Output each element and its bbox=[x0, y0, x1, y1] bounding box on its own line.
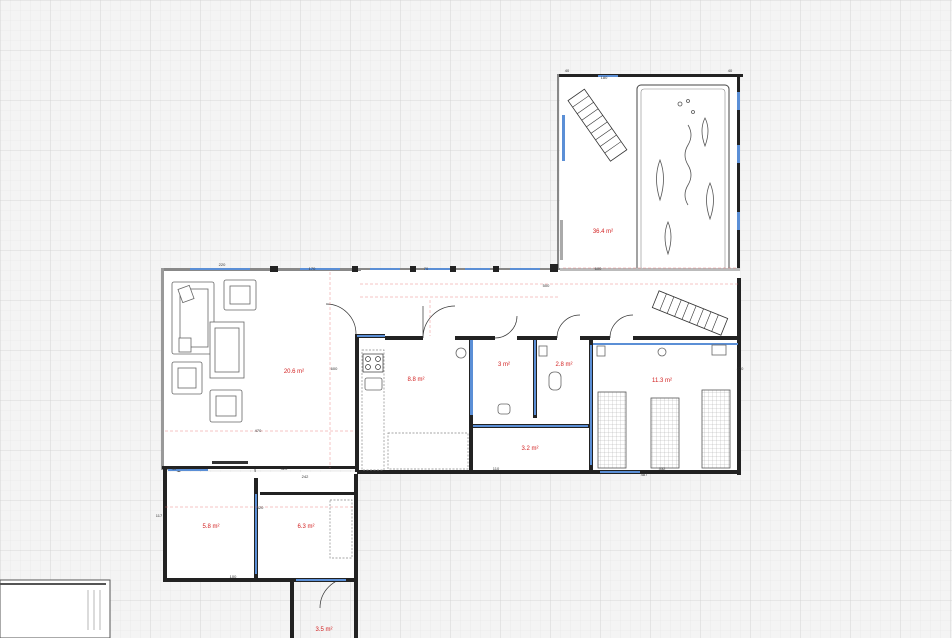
dim-label: 270 bbox=[737, 366, 744, 371]
dim-label: 487 bbox=[641, 472, 648, 477]
dim-label: 70 bbox=[424, 266, 429, 271]
area-label-wc: 3 m² bbox=[498, 362, 510, 368]
sink-icon bbox=[364, 377, 383, 391]
sink-icon bbox=[497, 403, 511, 415]
dim-label: 332 bbox=[659, 466, 666, 471]
area-label-kitchen: 8.8 m² bbox=[407, 377, 424, 383]
dim-label: 117 bbox=[156, 513, 163, 518]
dim-label: 40 bbox=[565, 68, 570, 73]
dim-label: 100 bbox=[230, 574, 237, 579]
toilet-icon bbox=[548, 371, 562, 391]
dim-label: 242 bbox=[302, 474, 309, 479]
area-label-bath: 2.8 m² bbox=[555, 362, 572, 368]
bed-icon bbox=[597, 391, 627, 469]
dim-label: 470 bbox=[255, 428, 262, 433]
dim-label: 600 bbox=[595, 266, 602, 271]
area-label-corridor: 3.2 m² bbox=[521, 446, 538, 452]
area-label-terrace: 36.4 m² bbox=[593, 229, 613, 235]
dim-label: 110 bbox=[493, 466, 500, 471]
dim-label: 170 bbox=[309, 266, 316, 271]
bed-icon bbox=[701, 389, 731, 469]
dim-label: 180 bbox=[601, 75, 608, 80]
toilet-icon bbox=[455, 347, 467, 359]
area-label-room-a: 5.8 m² bbox=[202, 524, 219, 530]
floor-plan[interactable]: 40 180 40 220 170 70 500 600 270 470 600… bbox=[0, 0, 952, 638]
dim-label: 220 bbox=[219, 262, 226, 267]
dim-label: 420 bbox=[257, 505, 264, 510]
area-label-living: 20.6 m² bbox=[284, 369, 304, 375]
area-label-room-c: 3.5 m² bbox=[315, 627, 332, 633]
dim-label: 40 bbox=[728, 68, 733, 73]
stove-icon bbox=[362, 353, 384, 373]
area-label-bedroom: 11.3 m² bbox=[652, 378, 672, 384]
dim-label: 600 bbox=[331, 366, 338, 371]
lower-floor bbox=[165, 472, 357, 578]
sofa-icon bbox=[171, 281, 215, 355]
terrace-zone bbox=[557, 74, 743, 279]
pool bbox=[636, 84, 730, 275]
area-label-room-b: 6.3 m² bbox=[297, 524, 314, 530]
tv-icon bbox=[212, 461, 248, 464]
neighbor-block bbox=[0, 579, 111, 638]
dim-label: 500 bbox=[543, 283, 550, 288]
dim-label: 40 bbox=[172, 466, 177, 471]
bed-icon bbox=[650, 397, 680, 469]
dim-label: 320 bbox=[281, 466, 288, 471]
rooms-floor bbox=[357, 336, 740, 470]
